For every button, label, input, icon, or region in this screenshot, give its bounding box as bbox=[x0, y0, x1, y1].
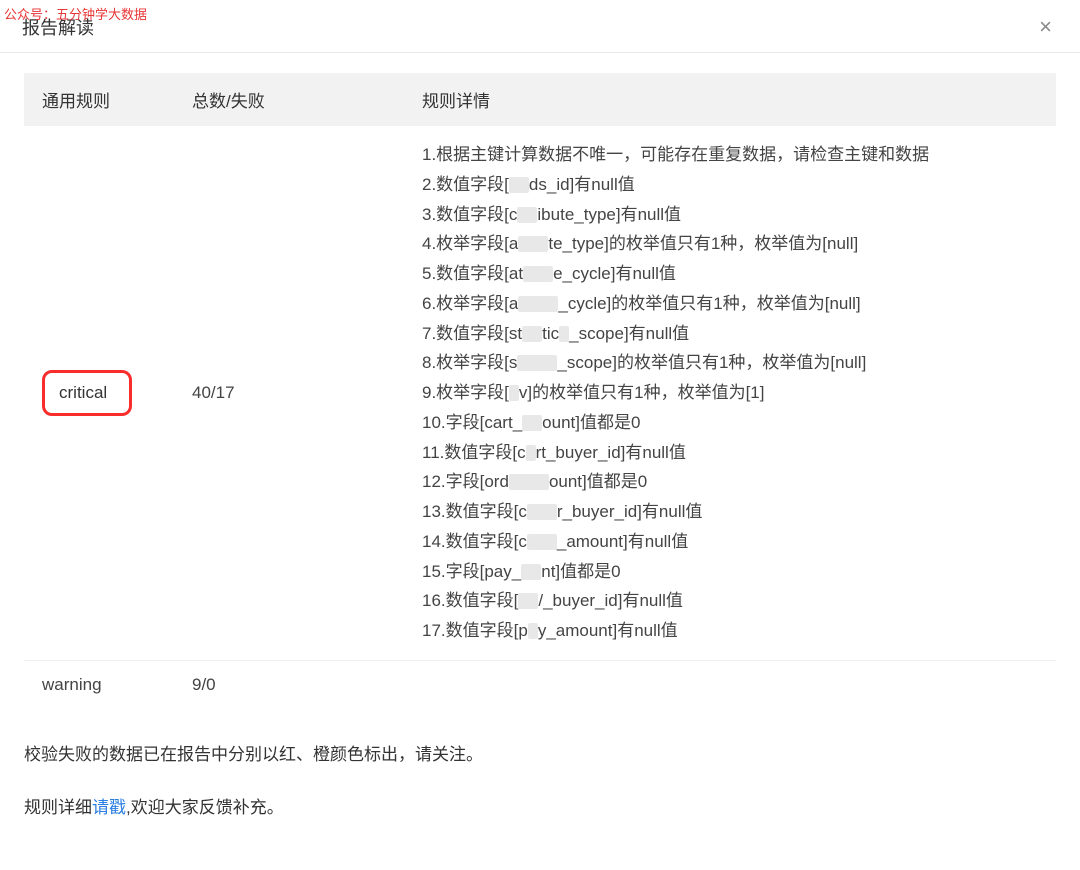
table-row: critical40/171.根据主键计算数据不唯一，可能存在重复数据，请检查主… bbox=[24, 126, 1056, 660]
redaction-smudge bbox=[509, 177, 529, 193]
cell-detail: 1.根据主键计算数据不唯一，可能存在重复数据，请检查主键和数据2.数值字段[ds… bbox=[404, 126, 1056, 660]
redaction-smudge bbox=[528, 623, 538, 639]
footer-note-2: 规则详细请戳,欢迎大家反馈补充。 bbox=[24, 794, 1056, 821]
footer-note-1: 校验失败的数据已在报告中分别以红、橙颜色标出，请关注。 bbox=[24, 741, 1056, 768]
redaction-smudge bbox=[518, 296, 558, 312]
header-count: 总数/失败 bbox=[174, 73, 404, 126]
footer-note-2-prefix: 规则详细 bbox=[24, 798, 92, 817]
detail-line: 4.枚举字段[ate_type]的枚举值只有1种，枚举值为[null] bbox=[422, 229, 1038, 259]
detail-line: 17.数值字段[py_amount]有null值 bbox=[422, 616, 1038, 646]
detail-line: 16.数值字段[/_buyer_id]有null值 bbox=[422, 586, 1038, 616]
redaction-smudge bbox=[527, 504, 557, 520]
redaction-smudge bbox=[517, 355, 557, 371]
detail-line: 6.枚举字段[a_cycle]的枚举值只有1种，枚举值为[null] bbox=[422, 289, 1038, 319]
redaction-smudge bbox=[527, 534, 557, 550]
report-table: 通用规则 总数/失败 规则详情 critical40/171.根据主键计算数据不… bbox=[24, 73, 1056, 709]
critical-highlight: critical bbox=[42, 370, 132, 416]
header-rule: 通用规则 bbox=[24, 73, 174, 126]
detail-line: 9.枚举字段[v]的枚举值只有1种，枚举值为[1] bbox=[422, 378, 1038, 408]
redaction-smudge bbox=[518, 593, 538, 609]
header-detail: 规则详情 bbox=[404, 73, 1056, 126]
detail-line: 8.枚举字段[s_scope]的枚举值只有1种，枚举值为[null] bbox=[422, 348, 1038, 378]
redaction-smudge bbox=[523, 266, 553, 282]
cell-rule: critical bbox=[24, 126, 174, 660]
redaction-smudge bbox=[509, 385, 519, 401]
cell-detail bbox=[404, 660, 1056, 709]
redaction-smudge bbox=[517, 207, 537, 223]
detail-line: 10.字段[cart_ount]值都是0 bbox=[422, 408, 1038, 438]
detail-line: 1.根据主键计算数据不唯一，可能存在重复数据，请检查主键和数据 bbox=[422, 140, 1038, 170]
modal-header: 报告解读 × bbox=[0, 0, 1080, 53]
redaction-smudge bbox=[521, 564, 541, 580]
table-header-row: 通用规则 总数/失败 规则详情 bbox=[24, 73, 1056, 126]
detail-line: 11.数值字段[crt_buyer_id]有null值 bbox=[422, 438, 1038, 468]
close-icon[interactable]: × bbox=[1033, 14, 1058, 40]
redaction-smudge bbox=[559, 326, 569, 342]
detail-line: 12.字段[ordount]值都是0 bbox=[422, 467, 1038, 497]
footer-notes: 校验失败的数据已在报告中分别以红、橙颜色标出，请关注。 规则详细请戳,欢迎大家反… bbox=[24, 741, 1056, 821]
redaction-smudge bbox=[526, 445, 536, 461]
detail-list: 1.根据主键计算数据不唯一，可能存在重复数据，请检查主键和数据2.数值字段[ds… bbox=[422, 140, 1038, 646]
footer-note-2-suffix: ,欢迎大家反馈补充。 bbox=[126, 798, 284, 817]
redaction-smudge bbox=[522, 326, 542, 342]
cell-rule: warning bbox=[24, 660, 174, 709]
detail-line: 15.字段[pay_nt]值都是0 bbox=[422, 557, 1038, 587]
redaction-smudge bbox=[518, 236, 548, 252]
detail-line: 3.数值字段[cibute_type]有null值 bbox=[422, 200, 1038, 230]
redaction-smudge bbox=[509, 474, 549, 490]
cell-count: 9/0 bbox=[174, 660, 404, 709]
detail-line: 2.数值字段[ds_id]有null值 bbox=[422, 170, 1038, 200]
detail-line: 14.数值字段[c_amount]有null值 bbox=[422, 527, 1038, 557]
detail-line: 13.数值字段[cr_buyer_id]有null值 bbox=[422, 497, 1038, 527]
detail-line: 5.数值字段[ate_cycle]有null值 bbox=[422, 259, 1038, 289]
modal-content: 通用规则 总数/失败 规则详情 critical40/171.根据主键计算数据不… bbox=[0, 53, 1080, 867]
cell-count: 40/17 bbox=[174, 126, 404, 660]
table-row: warning9/0 bbox=[24, 660, 1056, 709]
detail-line: 7.数值字段[sttic_scope]有null值 bbox=[422, 319, 1038, 349]
watermark-text: 公众号：五分钟学大数据 bbox=[4, 4, 147, 23]
rules-link[interactable]: 请戳 bbox=[92, 798, 126, 817]
redaction-smudge bbox=[522, 415, 542, 431]
